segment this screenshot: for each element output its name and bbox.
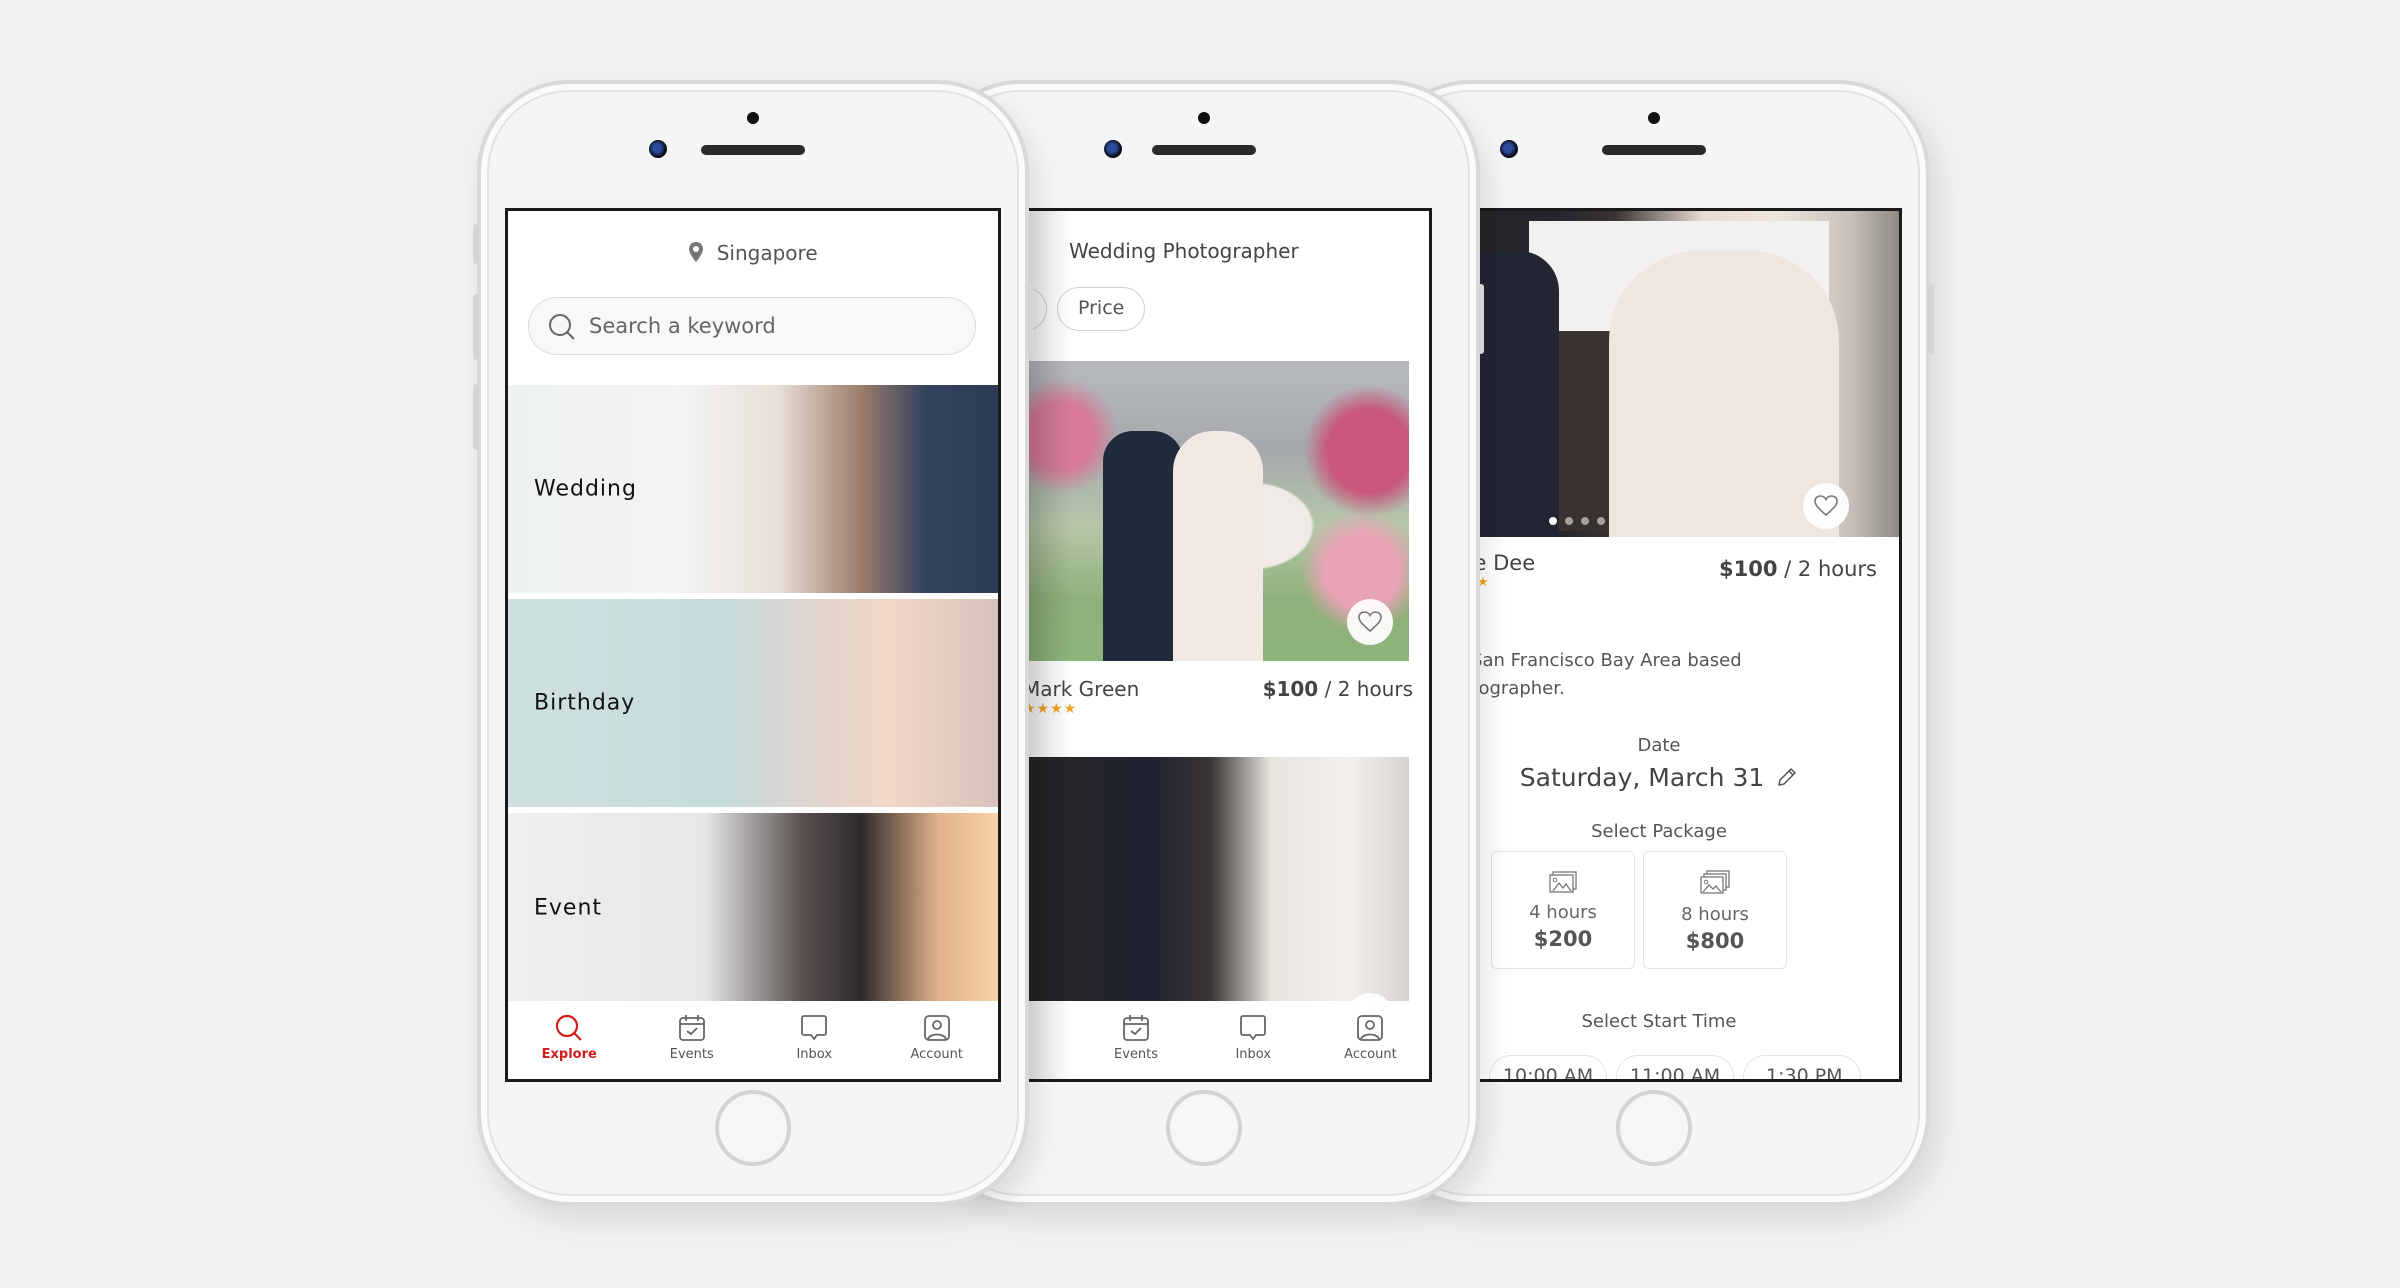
category-tile-birthday[interactable]: Birthday bbox=[508, 599, 998, 807]
carousel-dot[interactable] bbox=[1597, 517, 1605, 525]
category-tile-wedding[interactable]: Wedding bbox=[508, 385, 998, 593]
nav-explore[interactable]: Explore bbox=[508, 1001, 631, 1079]
phone-mute-switch bbox=[473, 224, 479, 264]
nav-label: Account bbox=[910, 1047, 964, 1062]
nav-label: Events bbox=[669, 1047, 714, 1062]
time-slot[interactable]: 10:00 AM bbox=[1489, 1055, 1607, 1079]
category-label: Birthday bbox=[534, 690, 636, 716]
nav-inbox[interactable]: Inbox bbox=[1195, 1001, 1312, 1079]
bottom-nav: re Events Inbox Account bbox=[1013, 1001, 1429, 1079]
home-button bbox=[1616, 1090, 1692, 1166]
phone-speaker bbox=[1152, 145, 1256, 155]
nav-label: Account bbox=[1344, 1047, 1397, 1062]
listing-screen: Wedding Photographer e Price Mark Green … bbox=[1010, 208, 1432, 1082]
nav-events[interactable]: Events bbox=[1077, 1001, 1194, 1079]
phone-power-button bbox=[1928, 284, 1934, 354]
nav-account[interactable]: Account bbox=[1312, 1001, 1429, 1079]
home-button bbox=[715, 1090, 791, 1166]
date-value[interactable]: Saturday, March 31 bbox=[1419, 763, 1899, 792]
profile-header: Kate Dee ★★★★ $100 / 2 hours bbox=[1439, 551, 1877, 590]
heart-icon bbox=[1814, 495, 1838, 517]
date-text: Saturday, March 31 bbox=[1519, 763, 1765, 792]
search-bar[interactable] bbox=[528, 297, 976, 355]
phone-camera bbox=[649, 140, 667, 158]
category-label: Event bbox=[534, 895, 603, 921]
carousel-dot[interactable] bbox=[1581, 517, 1589, 525]
package-hours: 4 hours bbox=[1529, 902, 1597, 923]
listing-card-info[interactable]: Mark Green ★★★★ $100 / 2 hours bbox=[1023, 677, 1413, 717]
chat-bubble-icon bbox=[801, 1015, 828, 1041]
carousel-dot[interactable] bbox=[1549, 517, 1557, 525]
bottom-nav: Explore Events Inbox Account bbox=[508, 1001, 998, 1079]
listing-card-photo[interactable] bbox=[1013, 361, 1409, 661]
pencil-icon[interactable] bbox=[1776, 766, 1798, 788]
price-amount: $100 bbox=[1262, 677, 1319, 701]
nav-label: Explore bbox=[541, 1047, 597, 1062]
category-label: Wedding bbox=[534, 476, 637, 502]
calendar-check-icon bbox=[678, 1015, 705, 1041]
phone-camera bbox=[1104, 140, 1122, 158]
price-label: $100 / 2 hours bbox=[1263, 677, 1413, 701]
explore-screen: Singapore Wedding Birthday Event Explore… bbox=[505, 208, 1001, 1082]
phone-power-button bbox=[1027, 284, 1033, 354]
phone-power-button bbox=[1478, 284, 1484, 354]
search-icon bbox=[549, 314, 575, 340]
nav-events[interactable]: Events bbox=[631, 1001, 754, 1079]
carousel-dot[interactable] bbox=[1565, 517, 1573, 525]
favorite-button[interactable] bbox=[1347, 599, 1393, 645]
location-selector[interactable]: Singapore bbox=[508, 241, 998, 265]
nav-label: Inbox bbox=[1235, 1047, 1272, 1062]
time-slot[interactable]: 1:30 PM bbox=[1743, 1055, 1861, 1079]
date-label: Date bbox=[1637, 735, 1681, 756]
nav-inbox[interactable]: Inbox bbox=[753, 1001, 876, 1079]
package-price: $200 bbox=[1533, 927, 1593, 951]
phone-camera bbox=[1500, 140, 1518, 158]
nav-account[interactable]: Account bbox=[876, 1001, 999, 1079]
carousel-dots[interactable] bbox=[1549, 517, 1605, 525]
phone-sensor bbox=[747, 112, 759, 124]
phone-mockup-explore: Singapore Wedding Birthday Event Explore… bbox=[473, 80, 1033, 1206]
time-slot[interactable]: 11:00 AM bbox=[1616, 1055, 1734, 1079]
rating-stars: ★★★★ bbox=[1023, 701, 1078, 717]
search-input[interactable] bbox=[589, 298, 959, 354]
listing-card-photo[interactable] bbox=[1013, 757, 1409, 1007]
user-icon bbox=[1357, 1015, 1384, 1041]
photos-stack-icon bbox=[1700, 870, 1730, 894]
location-text: Singapore bbox=[716, 241, 818, 265]
price-label: $100 / 2 hours bbox=[1719, 557, 1877, 581]
price-unit: / 2 hours bbox=[1777, 557, 1877, 581]
phone-sensor bbox=[1198, 112, 1210, 124]
user-icon bbox=[923, 1015, 950, 1041]
package-hours: 8 hours bbox=[1681, 904, 1749, 925]
search-icon bbox=[556, 1014, 583, 1041]
category-tile-event[interactable]: Event bbox=[508, 813, 998, 1003]
nav-label: Events bbox=[1114, 1047, 1159, 1062]
home-button bbox=[1166, 1090, 1242, 1166]
favorite-button[interactable] bbox=[1803, 483, 1849, 529]
package-price: $800 bbox=[1685, 929, 1745, 953]
nav-label: Inbox bbox=[796, 1047, 833, 1062]
price-amount: $100 bbox=[1719, 557, 1778, 581]
page-title: Wedding Photographer bbox=[1069, 239, 1299, 263]
package-option[interactable]: 8 hours $800 bbox=[1643, 851, 1787, 969]
heart-icon bbox=[1358, 611, 1382, 633]
package-option[interactable]: 4 hours $200 bbox=[1491, 851, 1635, 969]
price-unit: / 2 hours bbox=[1318, 677, 1413, 701]
hero-photo[interactable] bbox=[1409, 211, 1899, 537]
filter-chip-price[interactable]: Price bbox=[1057, 287, 1146, 331]
chat-bubble-icon bbox=[1240, 1015, 1267, 1041]
phone-sensor bbox=[1648, 112, 1660, 124]
phone-speaker bbox=[1602, 145, 1706, 155]
start-time-label: Select Start Time bbox=[1581, 1011, 1737, 1032]
photos-stack-icon bbox=[1549, 871, 1577, 893]
calendar-check-icon bbox=[1123, 1015, 1149, 1041]
phone-speaker bbox=[701, 145, 805, 155]
location-pin-icon bbox=[689, 242, 704, 262]
phone-volume-up bbox=[473, 294, 479, 360]
phone-volume-down bbox=[473, 384, 479, 450]
package-label: Select Package bbox=[1591, 821, 1727, 842]
